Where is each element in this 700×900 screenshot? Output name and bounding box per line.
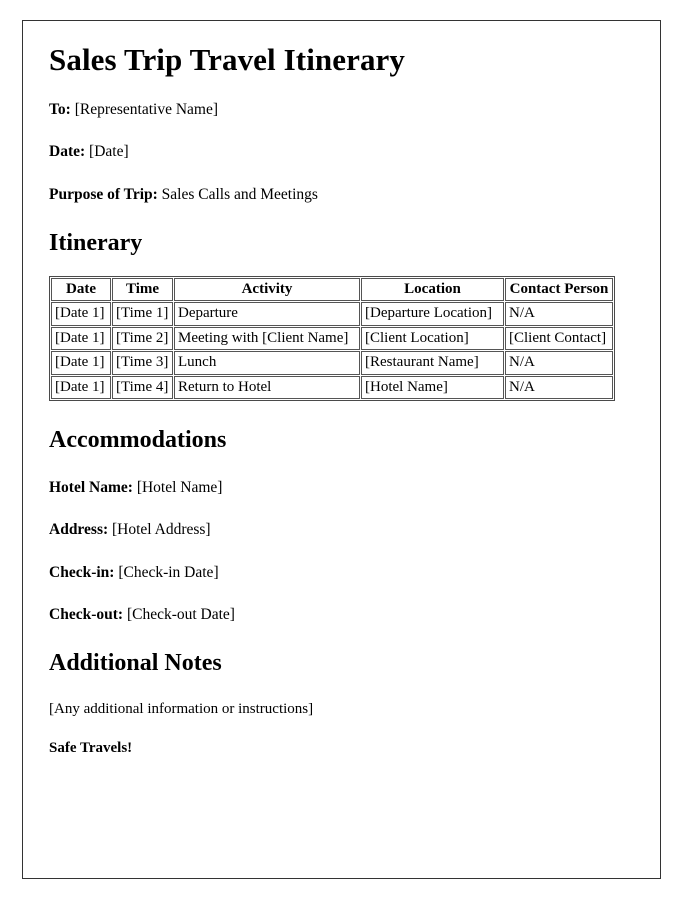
cell-time: [Time 3] [112, 351, 173, 375]
cell-time: [Time 2] [112, 326, 173, 351]
accommodation-row-address: Address: [Hotel Address] [49, 520, 642, 539]
section-heading-accommodations: Accommodations [49, 427, 227, 454]
cell-date: [Date 1] [51, 302, 111, 326]
meta-value-to: [Representative Name] [74, 101, 219, 119]
cell-time: [Time 4] [112, 375, 173, 400]
meta-label-purpose: Purpose of Trip: [49, 185, 158, 203]
page-title: Sales Trip Travel Itinerary [49, 42, 406, 77]
accommodation-label-check-out: Check-out: [49, 606, 124, 624]
accommodation-row-check-out: Check-out: [Check-out Date] [49, 605, 642, 624]
meta-label-date: Date: [49, 143, 86, 161]
closing-message: Safe Travels! [49, 739, 133, 756]
meta-value-date: [Date] [89, 143, 129, 161]
cell-location: [Hotel Name] [361, 375, 504, 400]
additional-notes-body: [Any additional information or instructi… [49, 701, 314, 717]
accommodation-row-hotel-name: Hotel Name: [Hotel Name] [49, 478, 642, 497]
cell-date: [Date 1] [51, 351, 111, 375]
accommodation-value-check-out: [Check-out Date] [126, 606, 235, 624]
cell-contact: N/A [505, 375, 613, 400]
meta-value-purpose: Sales Calls and Meetings [161, 185, 318, 203]
cell-activity: Departure [174, 302, 360, 326]
section-heading-itinerary: Itinerary [49, 230, 143, 257]
cell-contact: N/A [505, 302, 613, 326]
accommodation-value-address: [Hotel Address] [112, 521, 211, 539]
cell-date: [Date 1] [51, 375, 111, 400]
cell-contact: [Client Contact] [505, 326, 613, 351]
table-row: [Date 1] [Time 2] Meeting with [Client N… [51, 326, 613, 351]
cell-date: [Date 1] [51, 326, 111, 351]
accommodation-row-check-in: Check-in: [Check-in Date] [49, 563, 642, 582]
table-header-row: Date Time Activity Location Contact Pers… [51, 277, 613, 302]
cell-location: [Client Location] [361, 326, 504, 351]
column-header-time: Time [112, 277, 173, 302]
accommodation-label-check-in: Check-in: [49, 563, 115, 581]
accommodation-value-hotel-name: [Hotel Name] [136, 478, 223, 496]
meta-row-to: To: [Representative Name] [49, 100, 642, 119]
cell-activity: Return to Hotel [174, 375, 360, 400]
cell-activity: Lunch [174, 351, 360, 375]
column-header-location: Location [361, 277, 504, 302]
cell-time: [Time 1] [112, 302, 173, 326]
section-heading-additional-notes: Additional Notes [49, 650, 222, 677]
accommodation-value-check-in: [Check-in Date] [118, 563, 219, 581]
meta-row-date: Date: [Date] [49, 142, 642, 161]
table-row: [Date 1] [Time 1] Departure [Departure L… [51, 302, 613, 326]
table-row: [Date 1] [Time 4] Return to Hotel [Hotel… [51, 375, 613, 400]
document-page: Sales Trip Travel Itinerary To: [Represe… [22, 20, 661, 879]
column-header-contact-person: Contact Person [505, 277, 613, 302]
meta-label-to: To: [49, 101, 71, 119]
accommodation-label-address: Address: [49, 521, 109, 539]
meta-row-purpose: Purpose of Trip: Sales Calls and Meeting… [49, 185, 642, 204]
column-header-date: Date [51, 277, 111, 302]
cell-activity: Meeting with [Client Name] [174, 326, 360, 351]
cell-location: [Restaurant Name] [361, 351, 504, 375]
itinerary-table: Date Time Activity Location Contact Pers… [49, 275, 615, 402]
column-header-activity: Activity [174, 277, 360, 302]
cell-contact: N/A [505, 351, 613, 375]
document-content: Sales Trip Travel Itinerary To: [Represe… [49, 42, 642, 758]
table-row: [Date 1] [Time 3] Lunch [Restaurant Name… [51, 351, 613, 375]
cell-location: [Departure Location] [361, 302, 504, 326]
accommodation-label-hotel-name: Hotel Name: [49, 478, 133, 496]
